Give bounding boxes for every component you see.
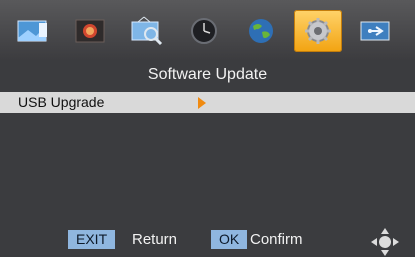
menu-tile-settings[interactable]	[294, 10, 342, 52]
footer-hints: EXIT Return OK Confirm	[0, 226, 415, 256]
clock-icon	[191, 18, 217, 44]
top-menu-bar	[0, 0, 415, 60]
settings-gear-icon	[305, 18, 331, 44]
ok-label: Confirm	[250, 231, 303, 248]
menu-tile-globe[interactable]	[237, 10, 285, 52]
usb-icon	[360, 21, 390, 41]
list-item-usb-upgrade[interactable]: USB Upgrade	[0, 92, 415, 113]
menu-tile-clock[interactable]	[180, 10, 228, 52]
picture-icon	[17, 20, 47, 42]
menu-icons	[9, 10, 399, 52]
globe-icon	[249, 19, 273, 43]
list-item-label: USB Upgrade	[18, 94, 105, 110]
page-title: Software Update	[147, 66, 268, 83]
menu-tile-usb[interactable]	[351, 10, 399, 52]
chevron-right-icon	[198, 97, 206, 109]
search-channel-icon	[131, 16, 163, 46]
exit-label: Return	[132, 231, 178, 248]
menu-tile-image[interactable]	[66, 10, 114, 52]
image-icon	[75, 19, 105, 43]
ok-key[interactable]: OK	[211, 230, 248, 249]
screen: Software Update USB Upgrade EXIT Return …	[0, 0, 415, 256]
menu-tile-search-channel[interactable]	[123, 10, 171, 52]
menu-tile-picture[interactable]	[9, 10, 57, 52]
exit-key[interactable]: EXIT	[68, 230, 116, 249]
navigation-arrows-icon	[371, 228, 399, 256]
